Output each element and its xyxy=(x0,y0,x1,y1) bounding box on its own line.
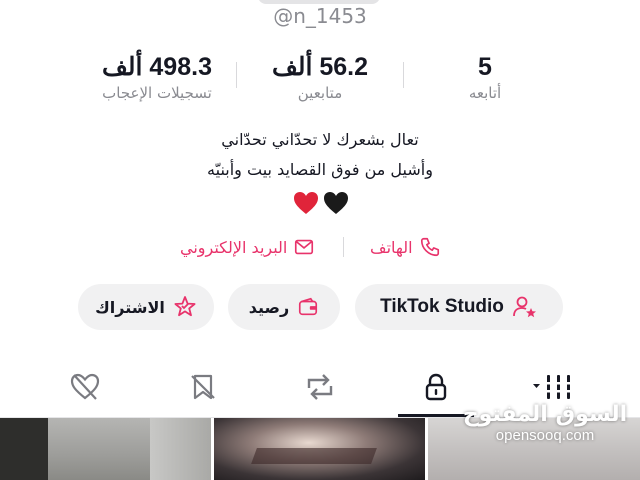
tiktok-studio-button[interactable]: TikTok Studio xyxy=(355,284,563,330)
thumbnail-light xyxy=(150,418,211,480)
stats-divider xyxy=(236,62,237,88)
username: @n_1453 xyxy=(273,4,367,28)
bookmark-hidden-icon xyxy=(191,374,215,400)
stats-divider xyxy=(403,62,404,88)
watermark-latin: opensooq.com xyxy=(495,427,595,444)
balance-label: رصيد xyxy=(248,297,290,317)
stats-row: 498.3 ألف تسجيلات الإعجاب 56.2 ألف متابع… xyxy=(0,52,640,112)
subscription-button[interactable]: الاشتراك xyxy=(78,284,214,330)
following-count: 5 xyxy=(478,53,492,81)
video-thumbnail[interactable] xyxy=(214,418,425,480)
following-label: أتابعه xyxy=(468,84,502,102)
bio-line: تعال بشعرك لا تحدّاني تحدّاني xyxy=(221,130,419,149)
wallet-icon xyxy=(299,297,318,316)
contact-divider xyxy=(343,237,344,257)
star-badge-icon xyxy=(174,296,196,317)
repost-icon xyxy=(307,374,333,400)
tab-favorites[interactable] xyxy=(168,362,238,412)
bio-line: وأشيل من فوق القصايد بيت وأبنيّه xyxy=(207,160,433,179)
watermark-arabic: السوق المفتوح xyxy=(462,402,628,427)
red-heart-icon xyxy=(294,192,318,214)
video-thumbnail[interactable] xyxy=(0,418,211,480)
phone-label: الهاتف xyxy=(370,237,413,257)
followers-stat[interactable]: 56.2 ألف متابعين xyxy=(235,52,405,102)
tab-reposts[interactable] xyxy=(285,362,355,412)
likes-stat[interactable]: 498.3 ألف تسجيلات الإعجاب xyxy=(72,52,242,102)
opensooq-watermark: السوق المفتوح opensooq.com xyxy=(460,402,630,444)
phone-link[interactable]: الهاتف xyxy=(370,232,441,262)
likes-label: تسجيلات الإعجاب xyxy=(102,84,212,102)
bio-emoji xyxy=(292,190,352,218)
followers-label: متابعين xyxy=(297,84,343,102)
subscription-label: الاشتراك xyxy=(95,297,165,317)
contact-row: الهاتف البريد الإلكتروني xyxy=(0,232,640,262)
followers-count: 56.2 ألف xyxy=(271,53,369,81)
email-label: البريد الإلكتروني xyxy=(180,237,288,257)
likes-count: 498.3 ألف xyxy=(102,53,212,81)
thumbnail-shadow xyxy=(0,418,48,480)
phone-icon xyxy=(420,237,439,257)
tab-liked[interactable] xyxy=(50,362,120,412)
mail-icon xyxy=(295,239,314,255)
tiktok-studio-label: TikTok Studio xyxy=(380,296,504,317)
black-heart-icon xyxy=(324,192,348,214)
heart-hidden-icon xyxy=(70,373,100,400)
email-link[interactable]: البريد الإلكتروني xyxy=(180,232,315,262)
person-star-icon xyxy=(513,296,536,318)
following-stat[interactable]: 5 أتابعه xyxy=(400,52,570,102)
balance-button[interactable]: رصيد xyxy=(228,284,340,330)
grid-dropdown-icon xyxy=(533,375,572,399)
thumbnail-detail xyxy=(251,448,377,464)
lock-icon xyxy=(425,373,447,401)
